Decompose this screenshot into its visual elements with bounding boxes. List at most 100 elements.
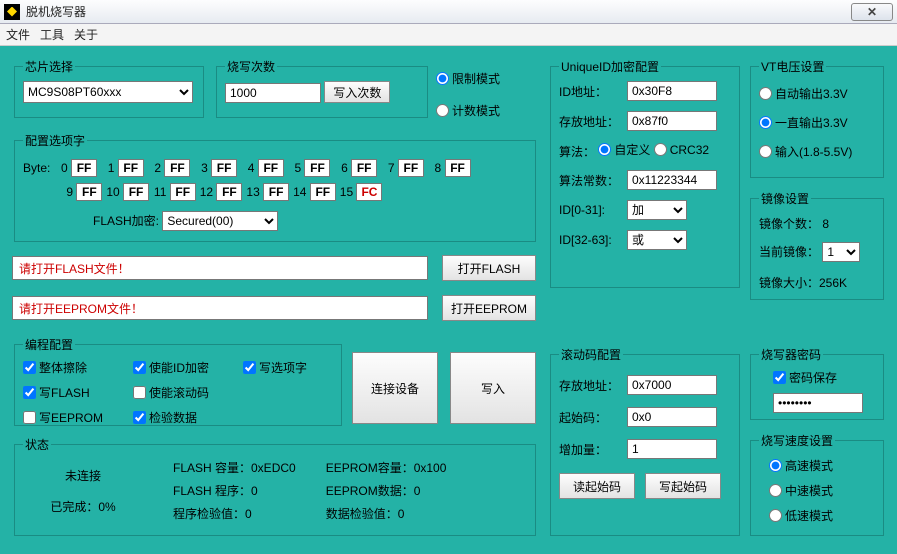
eeprom-file-status: 请打开EEPROM文件！	[12, 296, 428, 320]
open-flash-button[interactable]: 打开FLASH	[442, 255, 536, 281]
id0-label: ID[0-31]:	[559, 203, 627, 217]
roll-inc-label: 增加量：	[559, 441, 627, 458]
mirror-group: 镜像设置 镜像个数： 8 当前镜像： 1 镜像大小：256K	[750, 190, 884, 300]
client-area: 芯片选择 MC9S08PT60xxx 烧写次数 写入次数 限制模式 计数模式 配…	[0, 46, 897, 554]
mirror-cur-label: 当前镜像：	[759, 245, 819, 259]
write-count-button[interactable]: 写入次数	[324, 81, 390, 103]
open-eeprom-button[interactable]: 打开EEPROM	[442, 295, 536, 321]
status-group: 状态 未连接 已完成：0% FLASH 容量：0xEDC0 FLASH 程序：0…	[14, 436, 536, 536]
saddr-input[interactable]	[627, 111, 717, 131]
burn-mode-radios: 限制模式 计数模式	[436, 70, 500, 120]
byte-5[interactable]	[304, 159, 330, 177]
idenc-checkbox[interactable]: 使能ID加密	[133, 359, 243, 376]
limit-mode-radio[interactable]: 限制模式	[436, 70, 500, 87]
byte-13[interactable]	[263, 183, 289, 201]
uniqueid-group: UniqueID加密配置 ID地址： 存放地址： 算法： 自定义 CRC32 算…	[550, 58, 740, 288]
algo-label: 算法：	[559, 145, 595, 159]
chip-legend: 芯片选择	[23, 58, 75, 75]
window-title: 脱机烧写器	[26, 3, 851, 20]
checkdata-checkbox[interactable]: 检验数据	[133, 409, 243, 426]
roll-start-input[interactable]	[627, 407, 717, 427]
chip-select-group: 芯片选择 MC9S08PT60xxx	[14, 58, 204, 118]
byte-6[interactable]	[351, 159, 377, 177]
prog-legend: 编程配置	[23, 336, 75, 353]
byte-0[interactable]	[71, 159, 97, 177]
byte-4[interactable]	[258, 159, 284, 177]
write-button[interactable]: 写入	[450, 352, 536, 424]
mirror-cnt-val: 8	[822, 217, 829, 231]
mirror-cnt-label: 镜像个数：	[759, 217, 819, 231]
rolling-code-group: 滚动码配置 存放地址： 起始码： 增加量： 读起始码 写起始码	[550, 346, 740, 536]
chip-select[interactable]: MC9S08PT60xxx	[23, 81, 193, 103]
write-startcode-button[interactable]: 写起始码	[645, 473, 721, 499]
app-icon	[4, 4, 20, 20]
flash-enc-label: FLASH加密:	[93, 214, 159, 228]
eeprom-data: EEPROM数据：0	[326, 482, 447, 499]
burn-legend: 烧写次数	[225, 58, 277, 75]
byte-row-0: Byte: 0 1 2 3 4 5 6 7 8	[23, 159, 527, 177]
status-legend: 状态	[23, 436, 51, 453]
vt-group: VT电压设置 自动输出3.3V 一直输出3.3V 输入(1.8-5.5V)	[750, 58, 884, 178]
byte-row-1: 9 10 11 12 13 14 15	[23, 183, 527, 201]
byte-3[interactable]	[211, 159, 237, 177]
id32-select[interactable]: 或	[627, 230, 687, 250]
not-connected-label: 未连接	[23, 467, 143, 484]
id32-label: ID[32-63]:	[559, 233, 627, 247]
roll-saddr-label: 存放地址：	[559, 377, 627, 394]
connect-button[interactable]: 连接设备	[352, 352, 438, 424]
byte-1[interactable]	[118, 159, 144, 177]
byte-15[interactable]	[356, 183, 382, 201]
idaddr-input[interactable]	[627, 81, 717, 101]
uid-legend: UniqueID加密配置	[559, 58, 661, 75]
byte-9[interactable]	[76, 183, 102, 201]
flash-prog: FLASH 程序：0	[173, 482, 296, 499]
menu-file[interactable]: 文件	[6, 26, 30, 43]
eeprom-cap: EEPROM容量：0x100	[326, 459, 447, 476]
optwrite-checkbox[interactable]: 写选项字	[243, 359, 333, 376]
roll-inc-input[interactable]	[627, 439, 717, 459]
config-legend: 配置选项字	[23, 132, 87, 149]
aconst-input[interactable]	[627, 170, 717, 190]
roll-saddr-input[interactable]	[627, 375, 717, 395]
erase-checkbox[interactable]: 整体擦除	[23, 359, 133, 376]
writeflash-checkbox[interactable]: 写FLASH	[23, 384, 133, 401]
speed-lo-radio[interactable]: 低速模式	[769, 507, 875, 524]
flash-cap: FLASH 容量：0xEDC0	[173, 459, 296, 476]
flash-enc-select[interactable]: Secured(00)	[162, 211, 278, 231]
roll-legend: 滚动码配置	[559, 346, 623, 363]
vt-input-radio[interactable]: 输入(1.8-5.5V)	[759, 143, 875, 160]
eeprom-chk: 数据检验值：0	[326, 505, 447, 522]
close-button[interactable]: ✕	[851, 3, 893, 21]
byte-7[interactable]	[398, 159, 424, 177]
menu-about[interactable]: 关于	[74, 26, 98, 43]
vt-auto-radio[interactable]: 自动输出3.3V	[759, 85, 875, 102]
done-label: 已完成：0%	[23, 498, 143, 515]
vt-always-radio[interactable]: 一直输出3.3V	[759, 114, 875, 131]
byte-2[interactable]	[164, 159, 190, 177]
algo-custom-radio[interactable]: 自定义	[598, 141, 650, 158]
read-startcode-button[interactable]: 读起始码	[559, 473, 635, 499]
byte-11[interactable]	[170, 183, 196, 201]
titlebar: 脱机烧写器 ✕	[0, 0, 897, 24]
pwd-input[interactable]	[773, 393, 863, 413]
menubar: 文件 工具 关于	[0, 24, 897, 46]
password-group: 烧写器密码 密码保存	[750, 346, 884, 420]
burn-count-input[interactable]	[225, 83, 321, 103]
id0-select[interactable]: 加	[627, 200, 687, 220]
algo-crc-radio[interactable]: CRC32	[654, 143, 709, 157]
rollenable-checkbox[interactable]: 使能滚动码	[133, 384, 243, 401]
speed-mid-radio[interactable]: 中速模式	[769, 482, 875, 499]
vt-legend: VT电压设置	[759, 58, 826, 75]
mirror-cur-select[interactable]: 1	[822, 242, 860, 262]
speed-legend: 烧写速度设置	[759, 432, 835, 449]
aconst-label: 算法常数：	[559, 172, 627, 189]
byte-14[interactable]	[310, 183, 336, 201]
writeeeprom-checkbox[interactable]: 写EEPROM	[23, 409, 133, 426]
menu-tool[interactable]: 工具	[40, 26, 64, 43]
byte-10[interactable]	[123, 183, 149, 201]
byte-8[interactable]	[445, 159, 471, 177]
pwd-save-checkbox[interactable]: 密码保存	[773, 369, 837, 386]
speed-hi-radio[interactable]: 高速模式	[769, 457, 875, 474]
byte-12[interactable]	[216, 183, 242, 201]
count-mode-radio[interactable]: 计数模式	[436, 102, 500, 119]
